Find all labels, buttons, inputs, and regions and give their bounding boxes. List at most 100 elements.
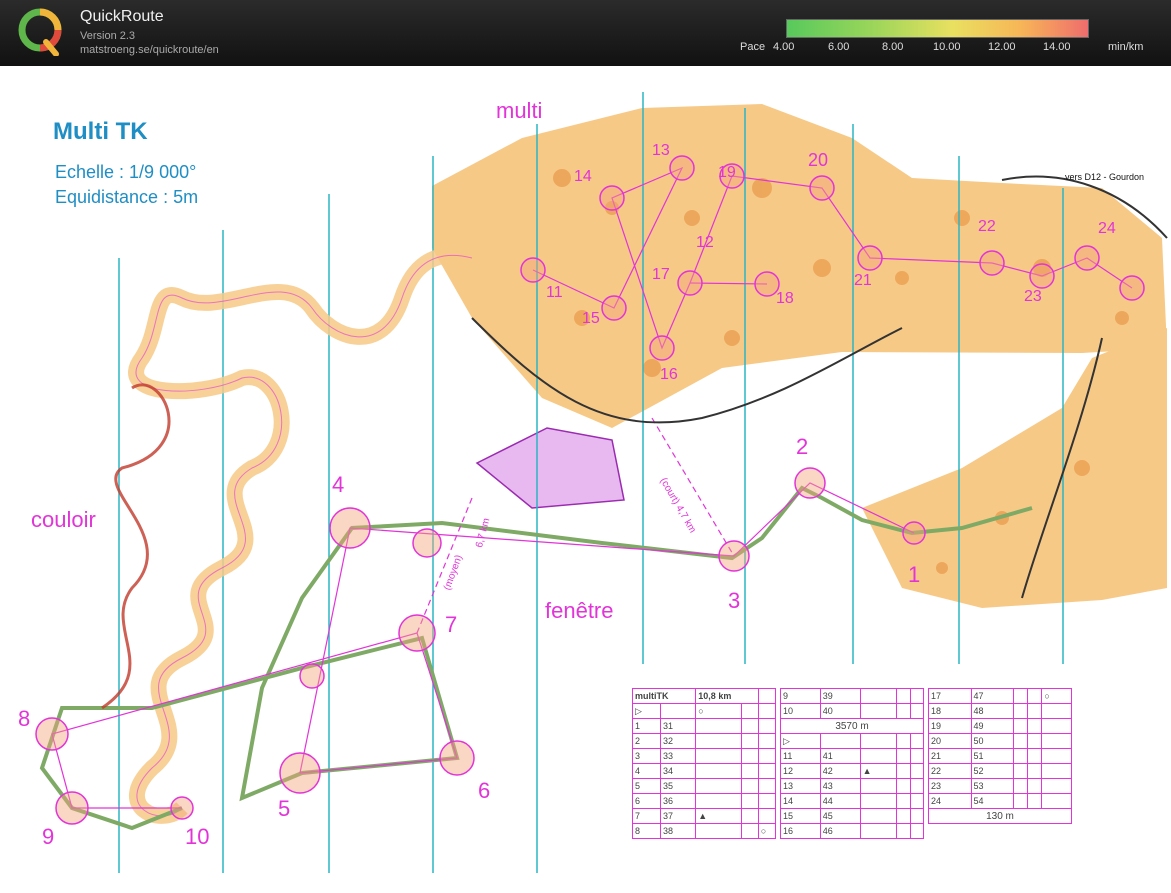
- control-seq: 18: [928, 703, 972, 719]
- map-equidistance: Equidistance : 5m: [55, 187, 199, 207]
- control-code: 43: [819, 778, 861, 794]
- control-code: 51: [970, 748, 1015, 764]
- control-number: 14: [574, 168, 592, 185]
- zone-multi: multi: [496, 98, 543, 123]
- control-seq: 7: [632, 808, 661, 824]
- control-number: 24: [1098, 220, 1116, 237]
- control-code: 32: [659, 733, 697, 749]
- control-number: 2: [796, 434, 809, 459]
- control-number: 19: [718, 164, 736, 181]
- control-number: 4: [332, 472, 345, 497]
- pace-color-scale: [786, 19, 1089, 38]
- pace-tick: 8.00: [882, 41, 904, 53]
- control-seq: 22: [928, 763, 972, 779]
- course-name: multiTK: [631, 688, 697, 704]
- control-seq: 10: [780, 703, 821, 719]
- control-seq: 8: [632, 823, 661, 839]
- leg-distance: 3570 m: [780, 718, 924, 734]
- control-code: 40: [819, 703, 861, 719]
- control-code: 33: [659, 748, 697, 764]
- control-code: 47: [970, 688, 1015, 704]
- control-seq: 5: [632, 778, 661, 794]
- control-code: 35: [659, 778, 697, 794]
- control-seq: 24: [928, 793, 972, 809]
- control-seq: 3: [632, 748, 661, 764]
- control-code: 34: [659, 763, 697, 779]
- app-version: Version 2.3: [80, 30, 136, 42]
- control-code: 42: [819, 763, 861, 779]
- control-seq: 21: [928, 748, 972, 764]
- control-seq: 19: [928, 718, 972, 734]
- control-number: 6: [478, 778, 491, 803]
- control-seq: 6: [632, 793, 661, 809]
- control-seq: 14: [780, 793, 821, 809]
- control-number: 20: [808, 150, 829, 170]
- control-code: 52: [970, 763, 1015, 779]
- control-number: 12: [696, 234, 714, 251]
- control-code: 49: [970, 718, 1015, 734]
- road-note: vers D12 - Gourdon: [1065, 172, 1145, 182]
- pace-unit: min/km: [1108, 41, 1144, 53]
- quickroute-logo-icon: [18, 8, 62, 56]
- control-number: 23: [1024, 288, 1042, 305]
- control-description-table-1: multiTK 10,8 km ▷ ○ 1 31 2 32 3 33 4 34 5 35 63…: [631, 688, 777, 839]
- control-number: 9: [42, 824, 55, 849]
- control-seq: 23: [928, 778, 972, 794]
- control-number: 7: [445, 612, 458, 637]
- orienteering-map[interactable]: Multi TK Echelle : 1/9 000° Equidistance…: [2, 68, 1169, 891]
- control-number: 1: [908, 562, 921, 587]
- control-number: 8: [18, 706, 31, 731]
- control-code: 44: [819, 793, 861, 809]
- control-seq: 17: [928, 688, 972, 704]
- control-seq: 13: [780, 778, 821, 794]
- control-code: 31: [659, 718, 697, 734]
- control-code: 37: [659, 808, 697, 824]
- control-number: 3: [728, 588, 741, 613]
- pace-tick: 14.00: [1043, 41, 1071, 53]
- control-code: 48: [970, 703, 1015, 719]
- control-number: 5: [278, 796, 291, 821]
- control-seq: 12: [780, 763, 821, 779]
- zone-fenetre: fenêtre: [545, 598, 614, 623]
- control-number: 10: [185, 824, 210, 849]
- control-code: 53: [970, 778, 1015, 794]
- pace-tick: 4.00: [773, 41, 795, 53]
- course-length: 10,8 km: [695, 688, 759, 704]
- control-number: 21: [854, 272, 872, 289]
- app-name: QuickRoute: [80, 8, 164, 25]
- control-seq: 16: [780, 823, 821, 839]
- control-number: 18: [776, 290, 794, 307]
- leg-distance: 130 m: [928, 808, 1072, 824]
- title-bar: QuickRoute Version 2.3 matstroeng.se/qui…: [0, 0, 1171, 66]
- control-number: 17: [652, 266, 670, 283]
- control-seq: 20: [928, 733, 972, 749]
- pace-tick: 10.00: [933, 41, 961, 53]
- control-code: 46: [819, 823, 861, 839]
- hatched-area: [475, 427, 625, 509]
- control-seq: 9: [780, 688, 821, 704]
- control-number: 16: [660, 366, 678, 383]
- control-number: 15: [582, 310, 600, 327]
- zone-couloir: couloir: [31, 507, 96, 532]
- control-code: 38: [659, 823, 697, 839]
- control-seq: 11: [780, 748, 821, 764]
- app-url: matstroeng.se/quickroute/en: [80, 44, 219, 56]
- control-code: 45: [819, 808, 861, 824]
- control-code: 41: [819, 748, 861, 764]
- control-code: 39: [819, 688, 861, 704]
- pace-tick: 6.00: [828, 41, 850, 53]
- control-number: 11: [546, 284, 563, 301]
- control-code: 54: [970, 793, 1015, 809]
- map-title: Multi TK: [53, 118, 148, 145]
- control-number: 13: [652, 142, 670, 159]
- control-seq: 1: [632, 718, 661, 734]
- control-seq: 2: [632, 733, 661, 749]
- control-seq: 15: [780, 808, 821, 824]
- control-number: 22: [978, 218, 996, 235]
- pace-label: Pace: [740, 41, 766, 53]
- control-description-table-3: 17 47 ○ 18 48 19 49 20 50 21 51 22 52 23 53 24 54…: [928, 688, 1072, 824]
- pace-tick: 12.00: [988, 41, 1016, 53]
- control-description-table-2: 9 39 10 40 3570 m ▷ 11 41 12 42 ▲ 13 43 14 44 1…: [780, 688, 925, 839]
- map-scale: Echelle : 1/9 000°: [55, 162, 197, 182]
- control-code: 50: [970, 733, 1015, 749]
